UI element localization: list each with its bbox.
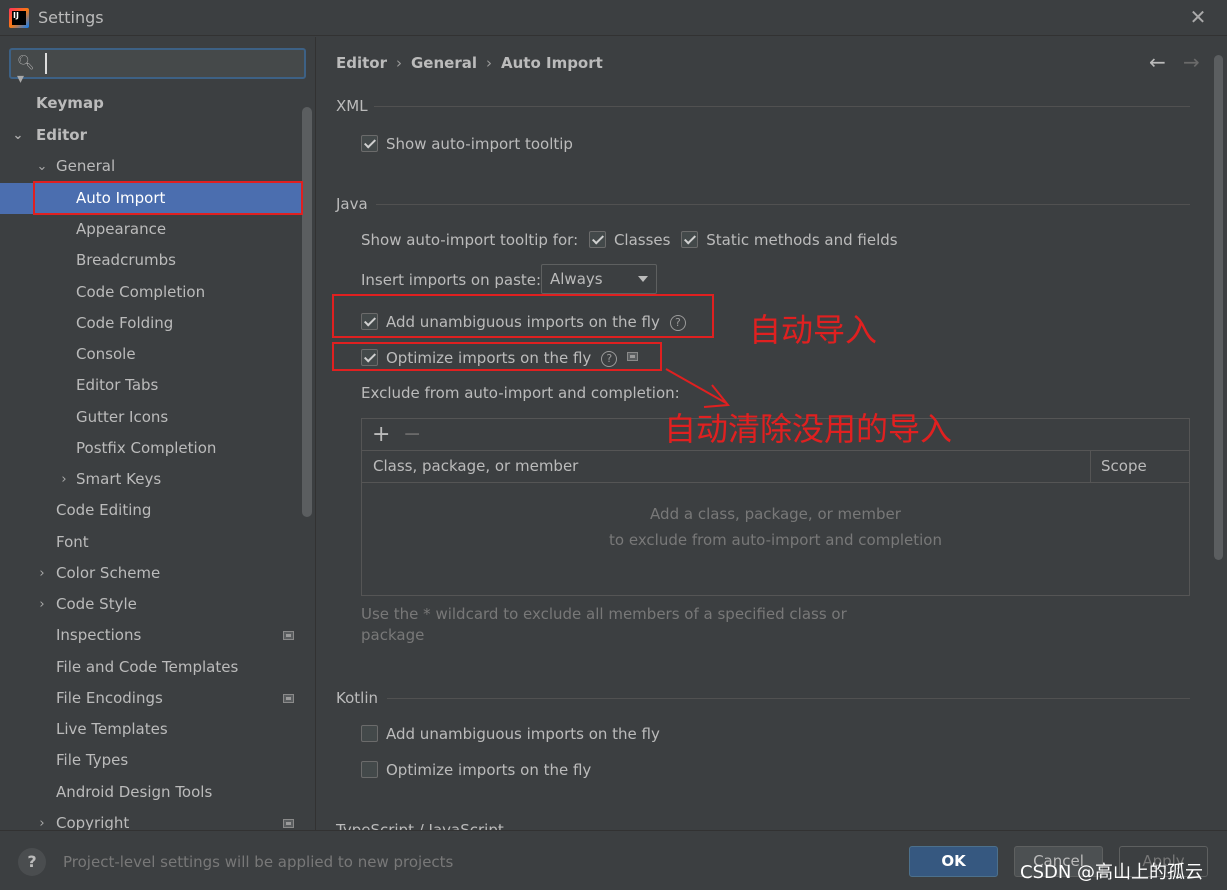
breadcrumb-general[interactable]: General bbox=[411, 54, 477, 72]
static-methods-checkbox[interactable]: Static methods and fields bbox=[681, 231, 898, 249]
table-header: Class, package, or member Scope bbox=[362, 451, 1189, 483]
section-divider bbox=[376, 204, 1190, 205]
sidebar-item-gutter-icons[interactable]: Gutter Icons bbox=[0, 402, 302, 433]
annotation-text-auto-clean: 自动清除没用的导入 bbox=[664, 410, 953, 448]
watermark: CSDN @高山上的孤云 bbox=[1020, 862, 1204, 883]
breadcrumb-auto-import: Auto Import bbox=[501, 54, 603, 72]
table-empty-text: to exclude from auto-import and completi… bbox=[609, 531, 942, 549]
back-arrow-icon[interactable]: ← bbox=[1149, 50, 1166, 74]
section-title-kotlin: Kotlin bbox=[336, 689, 378, 707]
sidebar-item-code-editing[interactable]: Code Editing bbox=[0, 495, 302, 526]
dropdown-arrow-icon[interactable] bbox=[638, 276, 648, 282]
sidebar-item-font[interactable]: Font bbox=[0, 527, 302, 558]
classes-checkbox[interactable]: Classes bbox=[588, 231, 670, 249]
sidebar-item-editor-tabs[interactable]: Editor Tabs bbox=[0, 370, 302, 401]
chevron-right-icon[interactable]: › bbox=[35, 589, 49, 620]
section-divider bbox=[374, 106, 1190, 107]
exclude-label: Exclude from auto-import and completion: bbox=[361, 384, 680, 402]
table-empty-text: Add a class, package, or member bbox=[650, 505, 901, 523]
sidebar-item-general[interactable]: ⌄ General bbox=[0, 151, 302, 182]
breadcrumb-editor[interactable]: Editor bbox=[336, 54, 387, 72]
chevron-right-icon[interactable]: › bbox=[35, 808, 49, 830]
sidebar-item-file-encodings[interactable]: File Encodings bbox=[0, 683, 302, 714]
window-title: Settings bbox=[38, 8, 104, 27]
sidebar-item-editor[interactable]: ⌄ Editor bbox=[0, 120, 302, 151]
sidebar-item-code-folding[interactable]: Code Folding bbox=[0, 308, 302, 339]
column-divider[interactable] bbox=[1090, 451, 1091, 482]
sidebar-scrollbar[interactable] bbox=[302, 107, 312, 517]
checkbox-checked[interactable] bbox=[361, 135, 378, 152]
kotlin-optimize-imports-checkbox[interactable]: Optimize imports on the fly bbox=[361, 759, 591, 781]
add-icon[interactable]: + bbox=[372, 422, 390, 447]
chevron-right-icon[interactable]: › bbox=[57, 464, 71, 495]
annotation-box-optimize bbox=[332, 342, 662, 371]
annotation-text-auto-import: 自动导入 bbox=[749, 311, 878, 349]
close-icon[interactable]: ✕ bbox=[1187, 6, 1209, 28]
insert-on-paste-select[interactable]: Always bbox=[541, 264, 657, 294]
column-header-scope[interactable]: Scope bbox=[1101, 451, 1147, 482]
help-icon[interactable]: ? bbox=[18, 848, 46, 876]
chevron-down-icon[interactable]: ⌄ bbox=[35, 151, 49, 182]
sidebar-item-smart-keys[interactable]: › Smart Keys bbox=[0, 464, 302, 495]
wildcard-note: Use the * wildcard to exclude all member… bbox=[361, 605, 847, 644]
project-scope-icon bbox=[283, 694, 294, 703]
dialog-footer: ? Project-level settings will be applied… bbox=[0, 830, 1227, 890]
sidebar-item-code-completion[interactable]: Code Completion bbox=[0, 277, 302, 308]
breadcrumb: Editor › General › Auto Import bbox=[336, 54, 603, 72]
sidebar-item-android-design-tools[interactable]: Android Design Tools bbox=[0, 777, 302, 808]
column-header-class[interactable]: Class, package, or member bbox=[373, 451, 578, 482]
annotation-box-auto-import bbox=[33, 181, 303, 215]
xml-show-tooltip-checkbox[interactable]: Show auto-import tooltip bbox=[361, 133, 573, 155]
section-title-java: Java bbox=[336, 195, 368, 213]
project-scope-icon bbox=[283, 819, 294, 828]
sidebar-item-console[interactable]: Console bbox=[0, 339, 302, 370]
kotlin-add-unambiguous-checkbox[interactable]: Add unambiguous imports on the fly bbox=[361, 723, 660, 745]
project-scope-icon bbox=[283, 631, 294, 640]
java-tooltip-row: Show auto-import tooltip for: Classes St… bbox=[361, 231, 898, 249]
intellij-app-icon: IJ bbox=[9, 8, 29, 28]
sidebar-item-postfix-completion[interactable]: Postfix Completion bbox=[0, 433, 302, 464]
content-scrollbar[interactable] bbox=[1214, 55, 1223, 560]
forward-arrow-icon[interactable]: → bbox=[1183, 50, 1200, 74]
sidebar-item-breadcrumbs[interactable]: Breadcrumbs bbox=[0, 245, 302, 276]
settings-content: Editor › General › Auto Import ← → XML Show … bbox=[317, 37, 1227, 830]
annotation-box-add-unambiguous bbox=[332, 294, 714, 338]
section-title-xml: XML bbox=[336, 97, 368, 115]
search-input[interactable] bbox=[45, 53, 300, 74]
search-icon[interactable]: 🔍︎▾ bbox=[17, 55, 37, 87]
chevron-down-icon[interactable]: ⌄ bbox=[11, 120, 25, 151]
settings-sidebar: 🔍︎▾ Keymap ⌄ Editor ⌄ General Auto Impor… bbox=[0, 37, 316, 830]
sidebar-item-copyright[interactable]: › Copyright bbox=[0, 808, 302, 830]
sidebar-item-code-style[interactable]: › Code Style bbox=[0, 589, 302, 620]
sidebar-item-live-templates[interactable]: Live Templates bbox=[0, 714, 302, 745]
sidebar-item-color-scheme[interactable]: › Color Scheme bbox=[0, 558, 302, 589]
search-box[interactable]: 🔍︎▾ bbox=[9, 48, 306, 87]
footer-note: Project-level settings will be applied t… bbox=[63, 853, 454, 871]
sidebar-item-file-types[interactable]: File Types bbox=[0, 745, 302, 776]
sidebar-item-appearance[interactable]: Appearance bbox=[0, 214, 302, 245]
insert-on-paste-label: Insert imports on paste: bbox=[361, 271, 542, 289]
sidebar-item-inspections[interactable]: Inspections bbox=[0, 620, 302, 651]
section-title-typescript: TypeScript / JavaScript bbox=[336, 821, 504, 830]
chevron-right-icon[interactable]: › bbox=[35, 558, 49, 589]
title-bar: IJ Settings ✕ bbox=[0, 0, 1227, 36]
remove-icon[interactable]: − bbox=[403, 422, 421, 447]
section-divider bbox=[387, 698, 1190, 699]
sidebar-item-keymap[interactable]: Keymap bbox=[0, 88, 302, 119]
ok-button[interactable]: OK bbox=[909, 846, 998, 877]
sidebar-item-file-and-code-templates[interactable]: File and Code Templates bbox=[0, 652, 302, 683]
